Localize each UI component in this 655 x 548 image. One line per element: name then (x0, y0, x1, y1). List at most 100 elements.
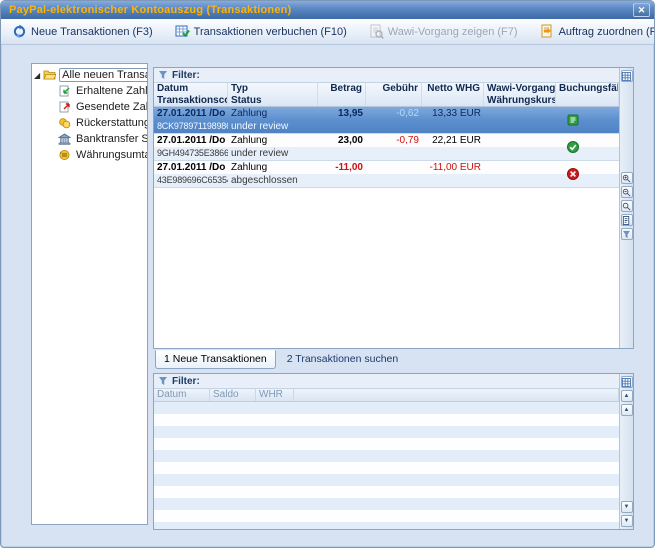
transaction-status: abgeschlossen (228, 174, 318, 187)
column-header-buchungsfaehig[interactable]: Buchungsfähig (556, 83, 619, 106)
saldo-column-whr[interactable]: WHR (256, 389, 294, 401)
tree-item-rueckerstattungen[interactable]: Rückerstattungen (34, 115, 145, 131)
tab-transaktionen-suchen[interactable]: 2 Transaktionen suchen (279, 351, 407, 369)
tree-item-label[interactable]: Gesendete Zahlungen (74, 101, 148, 113)
transaction-row[interactable]: 27.01.2011 /Do Zahlung 13,95 -0,62 13,33… (154, 107, 619, 134)
column-header-betrag[interactable]: Betrag (318, 83, 366, 106)
transaction-date: 27.01.2011 /Do (154, 134, 228, 147)
transactions-filter-input[interactable] (204, 70, 615, 81)
saldo-column-datum[interactable]: Datum (154, 389, 210, 401)
bank-icon (58, 133, 71, 145)
zoom-in-icon (622, 174, 631, 183)
toolbar-button-neue-transaktionen[interactable]: Neue Transaktionen (F3) (6, 21, 159, 42)
zoom-in-button[interactable] (621, 172, 633, 184)
bookable-ledger-icon (566, 113, 580, 127)
open-folder-icon (43, 69, 56, 81)
transaction-amount: 23,00 (318, 134, 366, 147)
transactions-header: DatumTransaktionscode TypStatus Betrag G… (154, 83, 619, 107)
tree-item-label[interactable]: Währungsumtausch (74, 149, 148, 161)
transaction-wawi (484, 107, 556, 120)
filter-icon (158, 376, 168, 386)
grid-icon (622, 378, 631, 387)
saldo-column-filler (294, 389, 619, 401)
titlebar: PayPal-elektronischer Kontoauszug (Trans… (1, 1, 654, 19)
toolbar-button-auftrag-zuordnen[interactable]: Auftrag zuordnen (F9) (534, 21, 655, 42)
tree-item-gesendete-zahlungen[interactable]: Gesendete Zahlungen (34, 99, 145, 115)
grid-icon (622, 72, 631, 81)
arrow-up-icon: ▲ (624, 393, 630, 399)
tree-item-banktransfer-saldo[interactable]: Banktransfer Saldo (34, 131, 145, 147)
zoom-out-button[interactable] (621, 186, 633, 198)
column-header-typ[interactable]: TypStatus (228, 83, 318, 106)
toolbar-button-wawi-vorgang-zeigen: Wawi-Vorgang zeigen (F7) (363, 21, 524, 42)
saldo-side-strip: ▲ ▲ ▼ ▼ (619, 374, 633, 529)
tree-item-waehrungsumtausch[interactable]: Währungsumtausch (34, 147, 145, 163)
scroll-down-button[interactable]: ▼ (621, 501, 633, 513)
tree-item-label[interactable]: Rückerstattungen (74, 117, 148, 129)
column-header-netto-whg[interactable]: Netto WHG (422, 83, 484, 106)
tree-item-erhaltene-zahlungen[interactable]: Erhaltene Zahlungen (34, 83, 145, 99)
transactions-panel: Filter: DatumTransaktionscode TypStatus … (153, 67, 634, 349)
tree-item-label[interactable]: Banktransfer Saldo (74, 133, 148, 145)
transaction-type: Zahlung (228, 161, 318, 174)
grid-layout-button[interactable] (621, 376, 633, 388)
toolbar-button-label: Transaktionen verbuchen (F10) (194, 26, 347, 38)
transaction-tree-panel: ◢ Alle neuen Transaktionen Erhaltene Zah… (31, 63, 148, 525)
scroll-first-button[interactable]: ▲ (621, 390, 633, 402)
show-wawi-icon (369, 24, 384, 39)
assign-order-icon (540, 24, 555, 39)
tree-item-label[interactable]: Erhaltene Zahlungen (74, 85, 148, 97)
saldo-header: Datum Saldo WHR (154, 389, 619, 402)
preview-button[interactable] (621, 214, 633, 226)
transaction-wawi (484, 134, 556, 147)
filter-label: Filter: (172, 376, 200, 387)
arrow-down-icon: ▼ (624, 504, 630, 510)
refunds-coins-icon (58, 117, 71, 129)
transactions-side-strip (619, 68, 633, 348)
sent-payments-icon (58, 101, 71, 113)
transactions-empty-area (154, 188, 619, 348)
transaction-date: 27.01.2011 /Do (154, 107, 228, 120)
transaction-fee: -0,62 (366, 107, 422, 120)
tree-item-label[interactable]: Alle neuen Transaktionen (59, 68, 148, 82)
scroll-last-button[interactable]: ▼ (621, 515, 633, 527)
column-filter-button[interactable] (621, 228, 633, 240)
scroll-up-button[interactable]: ▲ (621, 404, 633, 416)
tab-bar: 1 Neue Transaktionen 2 Transaktionen suc… (153, 351, 634, 369)
not-bookable-icon (566, 167, 580, 181)
search-button[interactable] (621, 200, 633, 212)
saldo-panel: Filter: Datum Saldo WHR ▲ ▲ ▼ ▼ (153, 373, 634, 530)
grid-layout-button[interactable] (621, 70, 633, 82)
transaction-type: Zahlung (228, 107, 318, 120)
received-payments-icon (58, 85, 71, 97)
document-icon (622, 216, 631, 225)
tree-expander-icon[interactable]: ◢ (34, 71, 40, 80)
currency-exchange-icon (58, 149, 71, 161)
transaction-status: under review (228, 120, 318, 133)
transaction-net: 22,21 EUR (422, 134, 484, 147)
transaction-fee: -0,79 (366, 134, 422, 147)
column-header-gebuehr[interactable]: Gebühr (366, 83, 422, 106)
funnel-icon (622, 230, 631, 239)
bookable-ok-icon (566, 140, 580, 154)
window-title: PayPal-elektronischer Kontoauszug (Trans… (9, 4, 633, 16)
transaction-code: 8CK9789711989861D (154, 120, 228, 133)
toolbar-button-label: Neue Transaktionen (F3) (31, 26, 153, 38)
transaction-row[interactable]: 27.01.2011 /Do Zahlung 23,00 -0,79 22,21… (154, 134, 619, 161)
toolbar-button-label: Wawi-Vorgang zeigen (F7) (388, 26, 518, 38)
saldo-empty-rows (154, 402, 619, 529)
tree-item-alle-neuen-transaktionen[interactable]: ◢ Alle neuen Transaktionen (34, 67, 145, 83)
saldo-filter-input[interactable] (204, 376, 615, 387)
column-header-datum[interactable]: DatumTransaktionscode (154, 83, 228, 106)
transaction-row[interactable]: 27.01.2011 /Do Zahlung -11,00 -11,00 EUR… (154, 161, 619, 188)
transaction-amount: 13,95 (318, 107, 366, 120)
tab-neue-transaktionen[interactable]: 1 Neue Transaktionen (155, 350, 276, 369)
zoom-out-icon (622, 188, 631, 197)
column-header-wawi-vorgang[interactable]: Wawi-VorgangWährungskurs (484, 83, 556, 106)
refresh-transactions-icon (12, 24, 27, 39)
toolbar-button-transaktionen-verbuchen[interactable]: Transaktionen verbuchen (F10) (169, 21, 353, 42)
post-transactions-icon (175, 24, 190, 39)
transactions-filter-bar: Filter: (154, 68, 619, 83)
saldo-column-saldo[interactable]: Saldo (210, 389, 256, 401)
close-button[interactable]: ✕ (633, 3, 650, 17)
